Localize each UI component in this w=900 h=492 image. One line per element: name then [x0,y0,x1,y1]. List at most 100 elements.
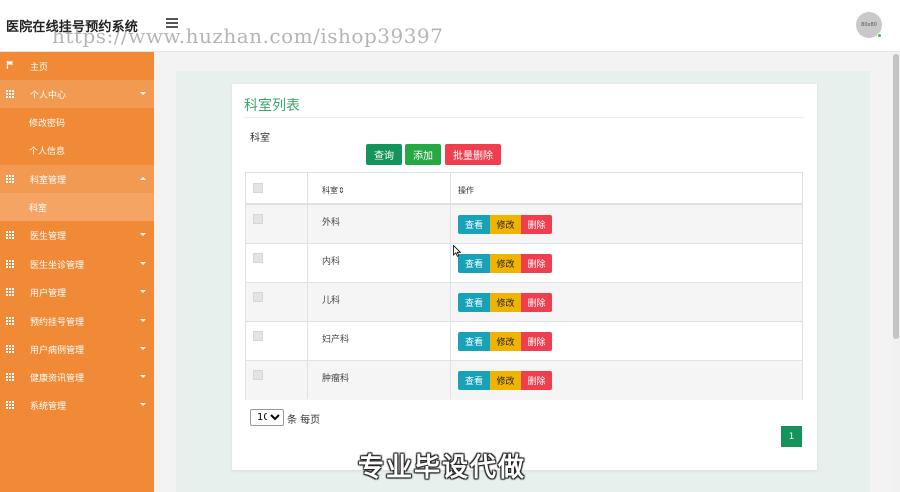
query-button[interactable]: 查询 [366,144,402,165]
sidebar-item-label: 个人中心 [30,91,67,101]
grid-icon [6,260,14,268]
view-button[interactable]: 查看 [458,215,490,234]
row-checkbox[interactable] [253,370,263,380]
view-button[interactable]: 查看 [458,293,490,312]
department-name: 肿瘤科 [322,374,350,384]
sidebar-item-user-management[interactable]: 用户管理 [0,278,154,306]
avatar-text: 80x80 [861,22,877,28]
grid-icon [6,345,14,353]
flag-icon [6,61,14,69]
chevron-down-icon [140,319,146,322]
chevron-down-icon [140,375,146,378]
sidebar-item-label: 科室 [29,204,48,214]
page-size-select[interactable]: 10 [250,409,284,426]
delete-button[interactable]: 删除 [521,293,552,312]
table-row: 儿科 查看 修改 删除 [246,283,802,322]
table-row: 妇产科 查看 修改 删除 [246,322,802,361]
online-status-dot [877,33,882,38]
delete-button[interactable]: 删除 [521,332,552,351]
sidebar-item-label: 用户病例管理 [30,346,85,356]
sidebar-item-label: 医生管理 [30,232,67,242]
add-button[interactable]: 添加 [405,144,441,165]
sidebar-item-label: 修改密码 [29,119,66,129]
chevron-down-icon [140,347,146,350]
sidebar-item-label: 主页 [30,63,49,73]
chevron-down-icon [140,262,146,265]
grid-icon [6,231,14,239]
sidebar-item-label: 健康资讯管理 [30,374,85,384]
mouse-cursor-icon [453,245,461,257]
page-1-button[interactable]: 1 [781,426,802,447]
edit-button[interactable]: 修改 [490,254,521,273]
chevron-down-icon [140,403,146,406]
grid-icon [6,90,14,98]
edit-button[interactable]: 修改 [490,371,521,390]
grid-icon [6,175,14,183]
row-checkbox[interactable] [253,214,263,224]
department-name: 儿科 [322,296,341,306]
delete-button[interactable]: 删除 [521,215,552,234]
sidebar-item-label: 预约挂号管理 [30,318,85,328]
view-button[interactable]: 查看 [458,371,490,390]
department-name: 妇产科 [322,335,350,345]
chevron-down-icon [140,233,146,236]
edit-button[interactable]: 修改 [490,332,521,351]
row-checkbox[interactable] [253,331,263,341]
department-name: 外科 [322,218,341,228]
slogan-overlay: 专业毕设代做 [358,453,527,483]
sidebar-item-department[interactable]: 科室 [0,193,154,221]
column-header-actions: 操作 [458,186,474,195]
grid-icon [6,288,14,296]
sidebar-item-health-news[interactable]: 健康资讯管理 [0,363,154,391]
row-checkbox[interactable] [253,253,263,263]
table-row: 外科 查看 修改 删除 [246,205,802,244]
column-header-department[interactable]: 科室⇕ [322,185,345,196]
sidebar-item-case-management[interactable]: 用户病例管理 [0,335,154,363]
table-row: 肿瘤科 查看 修改 删除 [246,361,802,400]
department-table: 科室⇕ 操作 外科 查看 修改 删除 内科 查看 修改 删除 儿科 查看 修改 … [245,172,803,400]
sidebar-item-personal-center[interactable]: 个人中心 [0,80,154,108]
sidebar-item-doctor-management[interactable]: 医生管理 [0,221,154,249]
edit-button[interactable]: 修改 [490,215,521,234]
menu-toggle-icon[interactable] [166,18,178,28]
title-divider [244,117,804,118]
sidebar-item-label: 系统管理 [30,402,67,412]
sidebar-item-label: 医生坐诊管理 [30,261,85,271]
app-title: 医院在线挂号预约系统 [6,20,139,35]
delete-button[interactable]: 删除 [521,254,552,273]
scrollbar-thumb[interactable] [893,54,899,339]
column-divider [450,173,451,399]
sidebar-item-system-management[interactable]: 系统管理 [0,391,154,419]
top-header: 医院在线挂号预约系统 https://www.huzhan.com/ishop3… [0,0,900,52]
sidebar-item-label: 个人信息 [29,147,66,157]
chevron-down-icon [140,92,146,95]
batch-delete-button[interactable]: 批量删除 [445,144,501,165]
sidebar-item-home[interactable]: 主页 [0,52,154,80]
view-button[interactable]: 查看 [458,332,490,351]
page-size-suffix: 条 每页 [287,415,321,426]
department-search-input[interactable] [250,143,362,165]
chevron-up-icon [140,177,146,180]
grid-icon [6,373,14,381]
table-header: 科室⇕ 操作 [246,173,802,205]
grid-icon [6,317,14,325]
department-filter-label: 科室 [250,133,270,144]
row-checkbox[interactable] [253,292,263,302]
sidebar-item-change-password[interactable]: 修改密码 [0,108,154,136]
sidebar-item-doctor-schedule[interactable]: 医生坐诊管理 [0,250,154,278]
table-row: 内科 查看 修改 删除 [246,244,802,283]
page-title: 科室列表 [244,98,300,114]
sidebar-item-label: 科室管理 [30,176,67,186]
delete-button[interactable]: 删除 [521,371,552,390]
sidebar-item-department-management[interactable]: 科室管理 [0,165,154,193]
grid-icon [6,401,14,409]
sidebar-item-label: 用户管理 [30,289,67,299]
view-button[interactable]: 查看 [458,254,490,273]
sidebar-item-personal-info[interactable]: 个人信息 [0,136,154,164]
edit-button[interactable]: 修改 [490,293,521,312]
chevron-down-icon [140,290,146,293]
sidebar-item-appointment-management[interactable]: 预约挂号管理 [0,307,154,335]
department-name: 内科 [322,257,341,267]
column-divider [307,173,308,399]
select-all-checkbox[interactable] [253,183,263,193]
